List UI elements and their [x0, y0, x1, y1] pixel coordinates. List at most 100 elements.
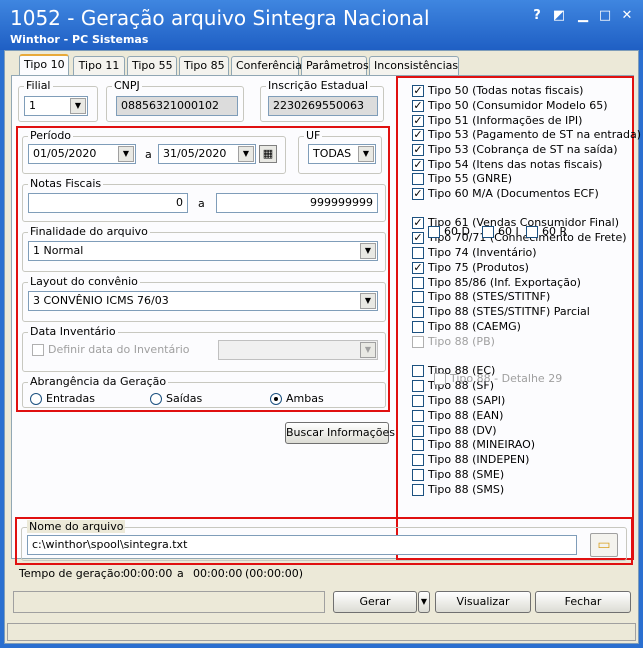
fechar-button[interactable]: Fechar: [535, 591, 631, 613]
checkbox-tipo-24[interactable]: [412, 469, 424, 481]
tab-tipo-55[interactable]: Tipo 55: [127, 56, 177, 75]
chevron-down-icon[interactable]: ▼: [360, 342, 376, 358]
chevron-down-icon[interactable]: ▼: [238, 146, 254, 162]
help-icon[interactable]: ?: [528, 8, 546, 23]
checkbox-tipo-22[interactable]: [412, 439, 424, 451]
radio-saidas[interactable]: [150, 393, 162, 405]
arquivo-label: Nome do arquivo: [27, 520, 126, 533]
checkbox-tipo-label: Tipo 53 (Cobrança de ST na saída): [428, 143, 618, 156]
close-icon[interactable]: ✕: [618, 8, 636, 23]
checkbox-tipo-8[interactable]: ✓: [412, 217, 424, 229]
tab-tipo-11[interactable]: Tipo 11: [73, 56, 125, 75]
periodo-label: Período: [28, 129, 74, 142]
filial-select[interactable]: 1 ▼: [24, 96, 88, 116]
filial-value: 1: [29, 99, 36, 112]
finalidade-select[interactable]: 1 Normal ▼: [28, 241, 378, 261]
checkbox-tipo-label: Tipo 88 (EAN): [428, 409, 504, 422]
checkbox-tipo-25[interactable]: [412, 484, 424, 496]
progress-bar: [13, 591, 325, 613]
checkbox-tipo-label: Tipo 54 (Itens das notas fiscais): [428, 158, 603, 171]
checkbox-60-d[interactable]: [428, 226, 440, 238]
inventario-checkbox-label: Definir data do Inventário: [48, 343, 190, 356]
uf-select[interactable]: TODAS ▼: [308, 144, 376, 164]
checkbox-60-d-label: 60 D: [444, 225, 470, 238]
checkbox-tipo-label: Tipo 74 (Inventário): [428, 246, 537, 259]
checkbox-tipo-18[interactable]: [412, 380, 424, 392]
cnpj-field: 08856321000102: [116, 96, 238, 116]
checkbox-tipo-7[interactable]: ✓: [412, 188, 424, 200]
tab-tipo-85[interactable]: Tipo 85: [179, 56, 229, 75]
buscar-informacoes-button[interactable]: Buscar Informações: [285, 422, 395, 444]
tempo-total: (00:00:00): [245, 567, 303, 580]
checkbox-tipo-20[interactable]: [412, 410, 424, 422]
checkbox-60-i[interactable]: [482, 226, 494, 238]
checkbox-tipo-21[interactable]: [412, 425, 424, 437]
gerar-dropdown-icon[interactable]: ▼: [418, 591, 430, 613]
checkbox-tipo-12[interactable]: [412, 277, 424, 289]
radio-ambas-label: Ambas: [286, 392, 324, 405]
periodo-end-input[interactable]: 31/05/2020 ▼: [158, 144, 256, 164]
checkbox-60-r[interactable]: [526, 226, 538, 238]
periodo-start-input[interactable]: 01/05/2020 ▼: [28, 144, 136, 164]
status-bar: [7, 623, 636, 641]
checkbox-tipo-label: Tipo 88 (INDEPEN): [428, 453, 530, 466]
folder-icon[interactable]: ▭: [590, 533, 618, 557]
finalidade-label: Finalidade do arquivo: [28, 225, 150, 238]
chevron-down-icon[interactable]: ▼: [118, 146, 134, 162]
checkbox-tipo-label: Tipo 50 (Consumidor Modelo 65): [428, 99, 608, 112]
checkbox-detalhe-29[interactable]: [434, 373, 446, 385]
client-area: Tipo 10 Tipo 11 Tipo 55 Tipo 85 Conferên…: [4, 50, 641, 644]
gerar-button[interactable]: Gerar: [333, 591, 417, 613]
checkbox-tipo-0[interactable]: ✓: [412, 85, 424, 97]
checkbox-tipo-1[interactable]: ✓: [412, 100, 424, 112]
checkbox-tipo-label: Tipo 88 (MINEIRAO): [428, 438, 536, 451]
checkbox-tipo-label: Tipo 85/86 (Inf. Exportação): [428, 276, 581, 289]
tab-tipo-10[interactable]: Tipo 10: [19, 54, 69, 76]
checkbox-tipo-label: Tipo 50 (Todas notas fiscais): [428, 84, 584, 97]
checkbox-tipo-label: Tipo 75 (Produtos): [428, 261, 529, 274]
checkbox-tipo-2[interactable]: ✓: [412, 115, 424, 127]
notas-start-input[interactable]: 0: [28, 193, 188, 213]
periodo-end-value: 31/05/2020: [163, 147, 227, 160]
tab-inconsistencias[interactable]: Inconsistências: [369, 56, 459, 75]
checkbox-tipo-label: Tipo 88 (STES/STITNF): [428, 290, 551, 303]
arquivo-input[interactable]: c:\winthor\spool\sintegra.txt: [27, 535, 577, 555]
tab-conferencia[interactable]: Conferência: [231, 56, 302, 75]
visualizar-button[interactable]: Visualizar: [435, 591, 531, 613]
checkbox-tipo-17[interactable]: [412, 365, 424, 377]
chevron-down-icon[interactable]: ▼: [358, 146, 374, 162]
chevron-down-icon[interactable]: ▼: [360, 293, 376, 309]
tab-parametros[interactable]: Parâmetros: [301, 56, 369, 75]
checkbox-tipo-5[interactable]: ✓: [412, 159, 424, 171]
layout-select[interactable]: 3 CONVÊNIO ICMS 76/03 ▼: [28, 291, 378, 311]
radio-entradas[interactable]: [30, 393, 42, 405]
maximize-icon[interactable]: □: [596, 8, 614, 23]
periodo-separator: a: [145, 148, 152, 161]
calendar-icon[interactable]: ▦: [259, 145, 277, 163]
abrangencia-label: Abrangência da Geração: [28, 375, 169, 388]
chevron-down-icon[interactable]: ▼: [360, 243, 376, 259]
checkbox-tipo-15[interactable]: [412, 321, 424, 333]
checkbox-tipo-14[interactable]: [412, 306, 424, 318]
radio-ambas[interactable]: [270, 393, 282, 405]
checkbox-60-r-label: 60 R: [542, 225, 568, 238]
minimize-icon[interactable]: ▁: [574, 8, 592, 23]
checkbox-tipo-6[interactable]: [412, 173, 424, 185]
checkbox-tipo-9[interactable]: ✓: [412, 232, 424, 244]
checkbox-tipo-13[interactable]: [412, 291, 424, 303]
checkbox-60-i-label: 60 I: [498, 225, 519, 238]
checkbox-tipo-16[interactable]: [412, 336, 424, 348]
checkbox-tipo-3[interactable]: ✓: [412, 129, 424, 141]
edit-icon[interactable]: ◩: [550, 8, 568, 23]
inventario-date-select[interactable]: ▼: [218, 340, 378, 360]
chevron-down-icon[interactable]: ▼: [70, 98, 86, 114]
cnpj-label: CNPJ: [112, 79, 142, 92]
checkbox-tipo-10[interactable]: [412, 247, 424, 259]
checkbox-tipo-19[interactable]: [412, 395, 424, 407]
checkbox-tipo-4[interactable]: ✓: [412, 144, 424, 156]
notas-end-input[interactable]: 999999999: [216, 193, 378, 213]
checkbox-tipo-11[interactable]: ✓: [412, 262, 424, 274]
window-subtitle: Winthor - PC Sistemas: [10, 33, 149, 46]
inventario-checkbox[interactable]: [32, 344, 44, 356]
checkbox-tipo-23[interactable]: [412, 454, 424, 466]
